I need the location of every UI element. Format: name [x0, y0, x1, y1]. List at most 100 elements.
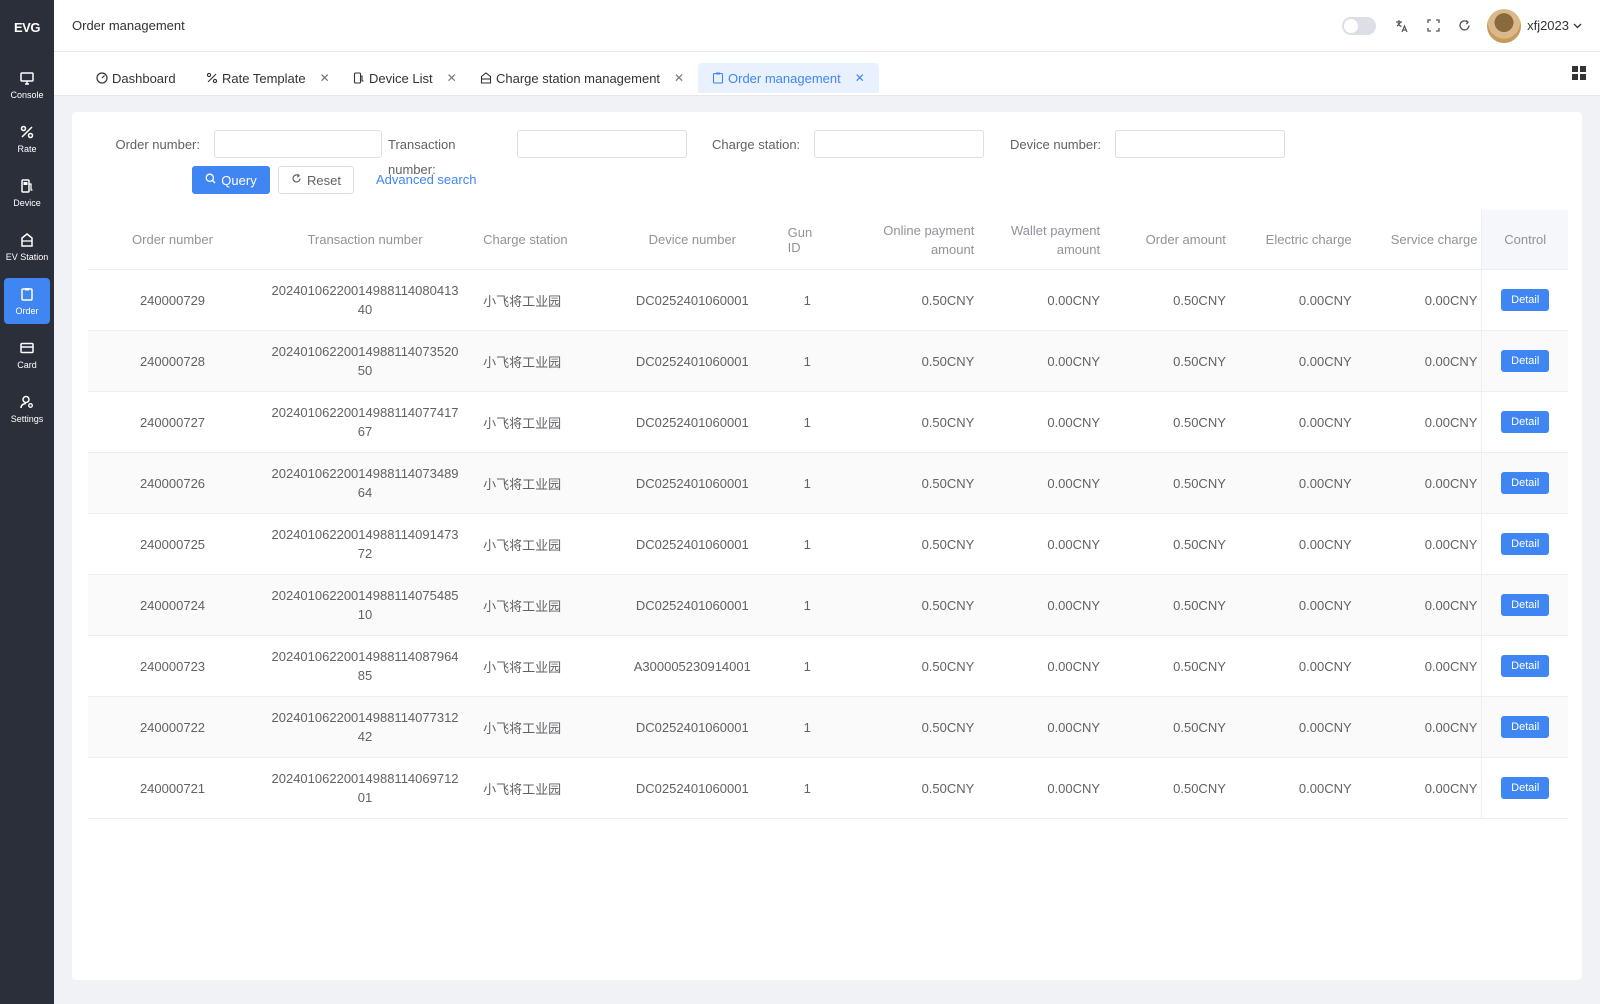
- cell-order-amount: 0.50CNY: [1173, 780, 1226, 796]
- cell-control: Detail: [1481, 636, 1568, 696]
- tab-label: Order management: [728, 70, 841, 86]
- detail-button[interactable]: Detail: [1501, 411, 1550, 433]
- top-header: Order management xfj2023: [54, 0, 1600, 52]
- tab-dashboard[interactable]: Dashboard: [82, 63, 190, 93]
- detail-button[interactable]: Detail: [1501, 655, 1550, 677]
- cell-service-charge: 0.00CNY: [1424, 475, 1478, 491]
- table-row: 240000728 20240106220014988114073520 50 小飞…: [88, 331, 1568, 392]
- table-row: 240000725 20240106220014988114091473 72 小飞…: [88, 514, 1568, 575]
- detail-button[interactable]: Detail: [1501, 289, 1550, 311]
- refresh-icon[interactable]: [1456, 18, 1472, 34]
- sidebar-item-rate[interactable]: Rate: [4, 116, 50, 162]
- cell-order-number: 240000722: [139, 719, 206, 735]
- detail-button[interactable]: Detail: [1501, 533, 1550, 555]
- cell-transaction-number: 20240106220014988114077417 67: [257, 392, 473, 452]
- sidebar-item-settings[interactable]: Settings: [4, 386, 50, 432]
- cell-online-payment: 0.50CNY: [921, 597, 975, 613]
- percent-icon: [19, 124, 35, 140]
- cell-online-payment: 0.50CNY: [921, 353, 975, 369]
- tab-label: Dashboard: [112, 70, 176, 86]
- cell-control: Detail: [1481, 514, 1568, 574]
- transaction-number-input[interactable]: [517, 130, 687, 158]
- advanced-search-link[interactable]: Advanced search: [376, 172, 476, 187]
- detail-button[interactable]: Detail: [1501, 472, 1550, 494]
- cell-control: Detail: [1481, 758, 1568, 818]
- breadcrumb: Order management: [72, 18, 185, 33]
- sidebar-item-device[interactable]: Device: [4, 170, 50, 216]
- cell-electric-charge: 0.00CNY: [1298, 353, 1352, 369]
- table-header: Order number Transaction number Charge s…: [88, 210, 1568, 270]
- cell-gun-id: 1: [803, 475, 811, 491]
- grid-icon[interactable]: [1572, 66, 1586, 80]
- cell-gun-id: 1: [803, 597, 811, 613]
- charge-station-label: Charge station:: [712, 136, 801, 152]
- cell-device-number: DC0252401060001: [635, 597, 749, 613]
- charge-station-input[interactable]: [814, 130, 985, 158]
- cell-control: Detail: [1481, 270, 1568, 330]
- translate-icon[interactable]: [1394, 18, 1410, 34]
- cell-order-number: 240000728: [139, 353, 206, 369]
- cell-order-number: 240000726: [139, 475, 206, 491]
- close-icon[interactable]: ✕: [855, 71, 865, 85]
- cell-gun-id: 1: [803, 292, 811, 308]
- cell-device-number: DC0252401060001: [635, 536, 749, 552]
- charger-icon: [19, 178, 35, 194]
- sidebar-item-label: Rate: [17, 144, 37, 154]
- sidebar-item-card[interactable]: Card: [4, 332, 50, 378]
- cell-transaction-number: 20240106220014988114069712 01: [257, 758, 473, 818]
- cell-gun-id: 1: [803, 780, 811, 796]
- chevron-down-icon[interactable]: [1573, 21, 1582, 30]
- avatar[interactable]: [1487, 8, 1522, 43]
- detail-button[interactable]: Detail: [1501, 594, 1550, 616]
- reset-button[interactable]: Reset: [278, 166, 354, 194]
- sidebar-item-ev-station[interactable]: EV Station: [4, 224, 50, 270]
- cell-wallet-payment: 0.00CNY: [1047, 414, 1101, 430]
- close-icon[interactable]: ✕: [320, 71, 330, 85]
- cell-device-number: DC0252401060001: [635, 719, 749, 735]
- cell-electric-charge: 0.00CNY: [1298, 292, 1352, 308]
- col-service-charge: Service charge: [1390, 232, 1478, 247]
- cell-gun-id: 1: [803, 414, 811, 430]
- cell-charge-station: 小飞将工业园: [483, 354, 562, 370]
- username[interactable]: xfj2023: [1527, 18, 1569, 33]
- sidebar-item-order[interactable]: Order: [4, 278, 50, 324]
- cell-electric-charge: 0.00CNY: [1298, 414, 1352, 430]
- col-order-amount: Order amount: [1145, 232, 1226, 247]
- order-number-input[interactable]: [214, 130, 382, 158]
- tab-rate-template[interactable]: Rate Template ✕: [192, 63, 344, 93]
- sidebar-item-console[interactable]: Console: [4, 62, 50, 108]
- cell-device-number: DC0252401060001: [635, 292, 749, 308]
- device-number-input[interactable]: [1115, 130, 1286, 158]
- app-logo[interactable]: EVG: [0, 0, 54, 54]
- cell-transaction-number: 20240106220014988114087964 85: [257, 636, 473, 696]
- tab-charge-station-management[interactable]: Charge station management ✕: [466, 63, 698, 93]
- cell-order-number: 240000729: [139, 292, 206, 308]
- tab-device-list[interactable]: Device List ✕: [339, 63, 471, 93]
- tab-order-management[interactable]: Order management ✕: [698, 63, 879, 93]
- theme-toggle[interactable]: [1342, 16, 1377, 35]
- cell-device-number: DC0252401060001: [635, 353, 749, 369]
- sidebar-item-label: EV Station: [5, 252, 49, 262]
- detail-button[interactable]: Detail: [1501, 716, 1550, 738]
- detail-button[interactable]: Detail: [1501, 350, 1550, 372]
- close-icon[interactable]: ✕: [674, 71, 684, 85]
- table-row: 240000729 20240106220014988114080413 40 小飞…: [88, 270, 1568, 331]
- cell-transaction-number: 20240106220014988114080413 40: [257, 270, 473, 330]
- content-card: Order number: Transaction number: Charge…: [72, 112, 1582, 980]
- cell-online-payment: 0.50CNY: [921, 719, 975, 735]
- detail-button[interactable]: Detail: [1501, 777, 1550, 799]
- close-icon[interactable]: ✕: [447, 71, 457, 85]
- fullscreen-icon[interactable]: [1425, 18, 1441, 34]
- cell-electric-charge: 0.00CNY: [1298, 780, 1352, 796]
- tab-label: Device List: [369, 70, 433, 86]
- cell-service-charge: 0.00CNY: [1424, 414, 1478, 430]
- cell-device-number: DC0252401060001: [635, 780, 749, 796]
- cell-online-payment: 0.50CNY: [921, 658, 975, 674]
- cell-electric-charge: 0.00CNY: [1298, 475, 1352, 491]
- cell-online-payment: 0.50CNY: [921, 292, 975, 308]
- query-button[interactable]: Query: [192, 166, 270, 194]
- sidebar-item-label: Console: [10, 90, 44, 100]
- cell-control: Detail: [1481, 392, 1568, 452]
- cell-order-number: 240000727: [139, 414, 206, 430]
- col-control: Control: [1481, 210, 1568, 269]
